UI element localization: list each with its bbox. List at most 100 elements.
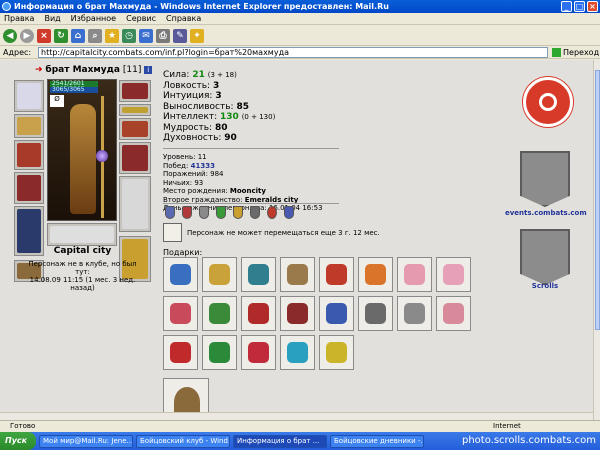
ring-icon: [122, 107, 148, 113]
address-field[interactable]: http://capitalcity.combats.com/inf.pl?lo…: [38, 46, 548, 58]
badge-icon[interactable]: [250, 206, 260, 219]
character-name: брат Махмуда: [45, 65, 120, 75]
badge-icon[interactable]: [267, 206, 277, 219]
gift-bear-pink-icon: [404, 264, 425, 285]
gift-pyramid-icon: [209, 264, 230, 285]
task-info[interactable]: Информация о брат ...: [233, 434, 327, 448]
history-icon[interactable]: ◷: [122, 28, 136, 43]
gift-bear-pink[interactable]: [397, 257, 432, 292]
favorites-icon[interactable]: ★: [105, 28, 119, 43]
trauma-icon[interactable]: [163, 223, 182, 242]
private-arrow-icon[interactable]: ➜: [35, 65, 43, 75]
equip-ring-1[interactable]: [119, 104, 151, 116]
status-zone: Internet: [493, 422, 521, 430]
menu-edit[interactable]: Правка: [4, 13, 34, 24]
equip-earrings[interactable]: [119, 80, 151, 102]
badge-icon[interactable]: [216, 206, 226, 219]
equip-weapon[interactable]: [14, 140, 44, 170]
events-banner[interactable]: [520, 151, 570, 207]
task-mymail[interactable]: Мой мир@Mail.Ru: Jene...: [39, 434, 133, 448]
forward-icon[interactable]: ▶: [20, 28, 34, 43]
menu-favorites[interactable]: Избранное: [71, 13, 116, 24]
effect-icon[interactable]: Ø: [50, 95, 64, 107]
info-icon[interactable]: i: [144, 65, 153, 74]
character-avatar[interactable]: 2541/2601 3065/3065 Ø: [47, 79, 117, 221]
equip-helmet[interactable]: [14, 80, 44, 112]
equip-necklace[interactable]: [14, 114, 44, 138]
character-header: ➜ брат Махмуда [11] i: [35, 65, 153, 75]
task-combats-club[interactable]: Бойцовский клуб - Wind...: [136, 434, 230, 448]
badge-icon[interactable]: [182, 206, 192, 219]
gift-candle[interactable]: [397, 296, 432, 331]
stop-icon[interactable]: ×: [37, 28, 51, 43]
gift-bell[interactable]: [202, 335, 237, 370]
task-diaries[interactable]: Бойцовские дневники -...: [330, 434, 424, 448]
divider: [163, 148, 339, 149]
menu-view[interactable]: Вид: [44, 13, 60, 24]
equip-bracers[interactable]: [119, 142, 151, 174]
maximize-button[interactable]: □: [574, 1, 585, 12]
horizontal-scrollbar[interactable]: [0, 412, 593, 420]
scroll-thumb[interactable]: [595, 70, 600, 330]
start-button[interactable]: Пуск: [0, 432, 36, 450]
watermark: photo.scrolls.combats.com: [461, 435, 596, 446]
stat-spirituality: Духовность: 90: [163, 133, 237, 143]
gift-vase-icon: [287, 303, 308, 324]
edit-icon[interactable]: ✎: [173, 28, 187, 43]
home-icon[interactable]: ⌂: [71, 28, 85, 43]
menu-tools[interactable]: Сервис: [126, 13, 156, 24]
equip-rune-slot[interactable]: [47, 223, 117, 246]
print-icon[interactable]: ⎙: [156, 28, 170, 43]
equip-gloves[interactable]: [119, 118, 151, 140]
info-losses: Поражений: 984: [163, 170, 224, 178]
gift-pillow[interactable]: [280, 335, 315, 370]
gift-scroll[interactable]: [319, 296, 354, 331]
gift-scarf[interactable]: [358, 257, 393, 292]
gift-socks[interactable]: [241, 335, 276, 370]
gift-dragon[interactable]: [241, 257, 276, 292]
gift-box[interactable]: [319, 335, 354, 370]
gift-banner-icon: [170, 264, 191, 285]
gifts-label: Подарки:: [163, 248, 203, 257]
gift-bear-pink-2-icon: [443, 264, 464, 285]
gift-cookie[interactable]: [319, 257, 354, 292]
gift-banner[interactable]: [163, 257, 198, 292]
close-button[interactable]: ×: [587, 1, 598, 12]
equip-weapon-2[interactable]: [14, 172, 44, 204]
gift-bear-pink-2[interactable]: [436, 257, 471, 292]
vertical-scrollbar[interactable]: [593, 60, 600, 420]
gift-tree[interactable]: [202, 296, 237, 331]
gift-pyramid[interactable]: [202, 257, 237, 292]
events-link[interactable]: events.combats.com: [505, 209, 587, 217]
menu-help[interactable]: Справка: [166, 13, 201, 24]
minimize-button[interactable]: _: [561, 1, 572, 12]
go-arrow-icon: [552, 47, 561, 57]
gift-bear-heart[interactable]: [436, 296, 471, 331]
messenger-icon[interactable]: ✦: [190, 28, 204, 43]
badge-icon[interactable]: [199, 206, 209, 219]
mail-icon[interactable]: ✉: [139, 28, 153, 43]
badge-icon[interactable]: [284, 206, 294, 219]
scrolls-banner[interactable]: [520, 229, 570, 285]
scrolls-link[interactable]: Scrolls: [505, 282, 585, 290]
badge-icon[interactable]: [233, 206, 243, 219]
go-button[interactable]: Переход: [552, 47, 599, 57]
gift-bear-red-icon: [170, 303, 191, 324]
search-icon[interactable]: ⌕: [88, 28, 102, 43]
back-icon[interactable]: ◀: [3, 28, 17, 43]
badge-icon[interactable]: [165, 206, 175, 219]
gift-pickaxe[interactable]: [280, 257, 315, 292]
character-city: Capital city: [53, 246, 112, 256]
gift-santa[interactable]: [163, 335, 198, 370]
status-ready: Готово: [10, 422, 36, 430]
gift-vase[interactable]: [280, 296, 315, 331]
gift-bell-icon: [209, 342, 230, 363]
equip-shield[interactable]: [119, 176, 151, 232]
weapon-icon: [17, 143, 41, 167]
gift-chest[interactable]: [358, 296, 393, 331]
refresh-icon[interactable]: ↻: [54, 28, 68, 43]
stats-block: Сила: 21 (3 + 18) Ловкость: 3 Интуиция: …: [163, 70, 275, 144]
gift-bear-red[interactable]: [163, 296, 198, 331]
gift-ball-red[interactable]: [241, 296, 276, 331]
clan-emblem[interactable]: [523, 77, 573, 127]
